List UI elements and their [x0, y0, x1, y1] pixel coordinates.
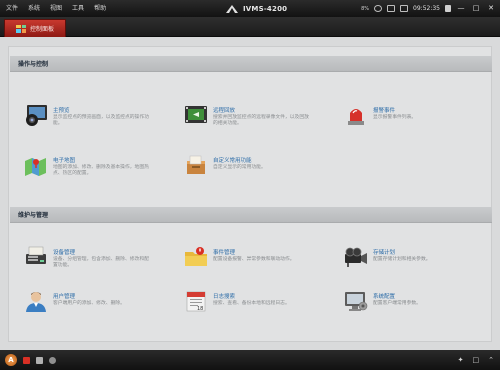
restore-icon[interactable]: □ — [471, 4, 481, 14]
custom-functions-icon — [183, 153, 209, 177]
device-management-icon — [23, 245, 49, 269]
speaker-icon[interactable] — [49, 356, 56, 364]
section-maintain-header: 维护与管理 — [10, 207, 492, 223]
monitor-preview-icon — [23, 103, 49, 127]
grid-icon — [16, 24, 26, 33]
film-playback-icon — [183, 103, 209, 127]
item-device-management[interactable]: 设备管理 设备、分组管理，包含添加、删除、修改和配置功能。 — [23, 245, 149, 269]
pin-icon[interactable]: ✦ — [458, 356, 464, 364]
item-desc: 设备、分组管理，包含添加、删除、修改和配置功能。 — [53, 257, 149, 268]
item-remote-playback[interactable]: 远程回放 搜索并回放监控点的远程录像文件，以及回放的相关功能。 — [183, 103, 309, 127]
item-name: 用户管理 — [53, 294, 76, 300]
alarm-indicator-icon[interactable] — [23, 356, 30, 364]
emap-icon — [23, 153, 49, 177]
item-desc: 显示报警事件列表。 — [373, 115, 417, 120]
log-search-icon: 18 — [183, 289, 209, 313]
tab-label: 控制面板 — [30, 26, 55, 33]
menu-help[interactable]: 帮助 — [94, 0, 106, 17]
item-name: 系统配置 — [373, 294, 396, 300]
screen-icon[interactable]: □ — [473, 356, 480, 364]
app-logo-icon[interactable]: A — [5, 354, 17, 366]
app-brand: IVMS-4200 — [226, 0, 287, 17]
menu-bar: 文件 系统 视图 工具 帮助 — [0, 0, 106, 17]
item-name: 电子地图 — [53, 158, 76, 164]
clock: 09:52:35 — [413, 5, 440, 12]
item-name: 设备管理 — [53, 250, 76, 256]
item-emap[interactable]: 电子地图 地图的添加、修改、删除及基本操作，地图热点、热区的配置。 — [23, 153, 149, 177]
network-icon — [387, 5, 396, 12]
item-name: 远程回放 — [213, 108, 236, 114]
section-maintain-title: 维护与管理 — [18, 212, 49, 219]
cpu-icon — [374, 5, 383, 12]
svg-text:18: 18 — [197, 306, 203, 312]
item-desc: 搜索并回放监控点的远程录像文件，以及回放的相关功能。 — [213, 115, 309, 126]
item-name: 自定义常用功能 — [213, 158, 252, 164]
item-name: 存储计划 — [373, 250, 396, 256]
hikvision-logo-icon — [226, 4, 238, 13]
item-name: 报警事件 — [373, 108, 396, 114]
item-desc: 显示监控点的预览画面，以及监控点的操作功能。 — [53, 115, 149, 126]
cpu-usage: 8% — [361, 5, 370, 12]
section-operate-title: 操作与控制 — [18, 61, 49, 68]
status-bar-controls: ✦ □ ⌃ — [458, 350, 494, 370]
item-system-config[interactable]: 系统配置 配置客户端常用参数。 — [343, 289, 421, 313]
item-name: 日志搜索 — [213, 294, 236, 300]
menu-tools[interactable]: 工具 — [72, 0, 84, 17]
storage-schedule-icon — [343, 245, 369, 269]
monitor-icon — [400, 5, 409, 12]
menu-view[interactable]: 视图 — [50, 0, 62, 17]
item-storage-schedule[interactable]: 存储计划 配置存储计划和相关参数。 — [343, 245, 431, 269]
close-icon[interactable]: ✕ — [486, 4, 496, 14]
status-bar: A ✦ □ ⌃ — [0, 350, 500, 370]
app-title: IVMS-4200 — [243, 4, 288, 13]
item-custom-functions[interactable]: 自定义常用功能 自定义显示的常用功能。 — [183, 153, 266, 177]
item-log-search[interactable]: 18 日志搜索 搜索、查看、备份本地和远程日志。 — [183, 289, 290, 313]
item-desc: 搜索、查看、备份本地和远程日志。 — [213, 301, 290, 306]
item-user-management[interactable]: 用户管理 客户端用户的添加、修改、删除。 — [23, 289, 125, 313]
record-icon[interactable] — [36, 356, 43, 364]
menu-file[interactable]: 文件 — [6, 0, 18, 17]
minimize-icon[interactable]: — — [456, 4, 466, 14]
item-desc: 配置设备报警、异常参数和联动动作。 — [213, 257, 295, 262]
lock-icon[interactable] — [445, 5, 451, 12]
app-window: 文件 系统 视图 工具 帮助 IVMS-4200 8% 09:52:35 — □… — [0, 0, 500, 370]
tab-strip: 控制面板 — [0, 17, 500, 37]
item-desc: 配置客户端常用参数。 — [373, 301, 421, 306]
item-desc: 自定义显示的常用功能。 — [213, 165, 266, 170]
item-event-management[interactable]: 事件管理 配置设备报警、异常参数和联动动作。 — [183, 245, 295, 269]
alarm-siren-icon — [343, 103, 369, 127]
menu-system[interactable]: 系统 — [28, 0, 40, 17]
system-config-icon — [343, 289, 369, 313]
item-name: 事件管理 — [213, 250, 236, 256]
event-management-icon — [183, 245, 209, 269]
collapse-icon[interactable]: ⌃ — [488, 356, 494, 364]
item-main-view[interactable]: 主预览 显示监控点的预览画面，以及监控点的操作功能。 — [23, 103, 149, 127]
tab-control-panel[interactable]: 控制面板 — [4, 19, 66, 37]
user-management-icon — [23, 289, 49, 313]
item-desc: 配置存储计划和相关参数。 — [373, 257, 431, 262]
control-panel: 操作与控制 主预览 显示监控点的预览画面，以及监控点的操作功能。 远程回放 搜索… — [8, 46, 492, 342]
item-alarm-event[interactable]: 报警事件 显示报警事件列表。 — [343, 103, 416, 127]
title-bar: 文件 系统 视图 工具 帮助 IVMS-4200 8% 09:52:35 — □… — [0, 0, 500, 17]
item-desc: 地图的添加、修改、删除及基本操作，地图热点、热区的配置。 — [53, 165, 149, 176]
system-tray: 8% 09:52:35 — □ ✕ — [361, 0, 496, 17]
section-operate-header: 操作与控制 — [10, 56, 492, 72]
item-name: 主预览 — [53, 108, 70, 114]
item-desc: 客户端用户的添加、修改、删除。 — [53, 301, 125, 306]
